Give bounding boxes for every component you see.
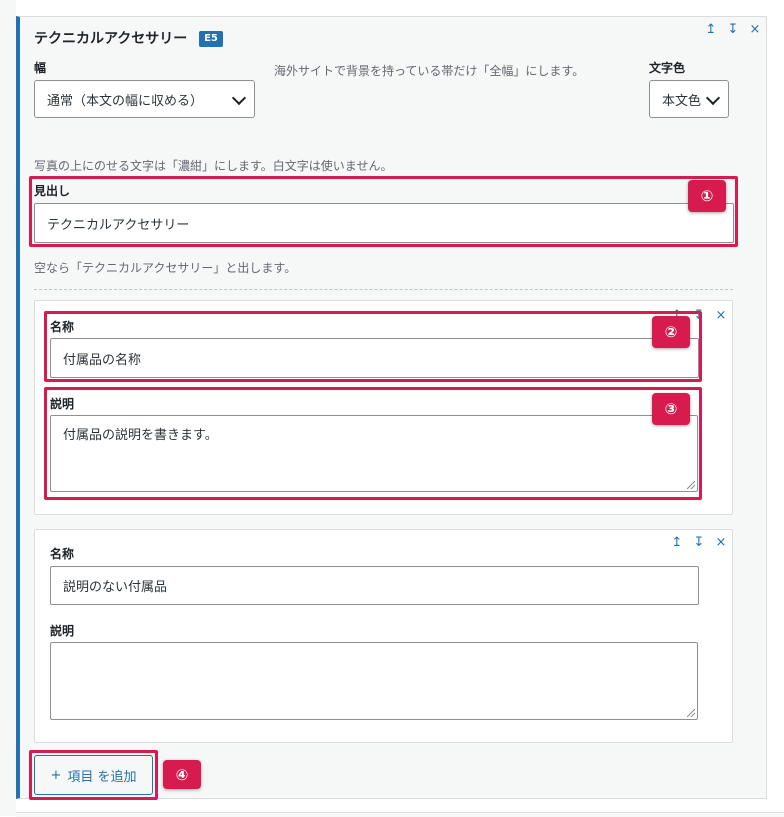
callout-badge-4: ④ xyxy=(163,760,201,789)
chevron-down-icon xyxy=(705,90,721,106)
callout-badge-2: ② xyxy=(652,316,690,348)
move-down-icon[interactable]: ↧ xyxy=(722,22,744,37)
text-color-select-value: 本文色 xyxy=(662,93,702,109)
item-2-name-value: 説明のない付属品 xyxy=(63,580,168,595)
photo-text-help: 写真の上にのせる文字は「濃紺」にします。白文字は使いません。 xyxy=(34,159,393,173)
resize-handle-icon[interactable] xyxy=(687,709,695,717)
move-up-icon[interactable]: ↥ xyxy=(666,535,688,550)
move-up-icon[interactable]: ↥ xyxy=(700,22,722,37)
highlight-box-1 xyxy=(29,176,738,247)
item-2-controls: ↥ ↧ × xyxy=(666,535,732,550)
callout-badge-3: ③ xyxy=(652,393,690,425)
close-icon[interactable]: × xyxy=(710,535,732,550)
block-controls: ↥ ↧ × xyxy=(700,22,766,37)
close-icon[interactable]: × xyxy=(744,22,766,37)
item-2-name-input[interactable]: 説明のない付属品 xyxy=(50,566,699,605)
move-down-icon[interactable]: ↧ xyxy=(688,535,710,550)
highlight-box-2 xyxy=(44,311,702,382)
heading-help: 空なら「テクニカルアクセサリー」と出します。 xyxy=(34,261,297,275)
width-select-value: 通常（本文の幅に収める） xyxy=(47,93,204,109)
item-2-desc-textarea[interactable] xyxy=(50,642,698,720)
item-2-desc-label: 説明 xyxy=(50,624,75,638)
next-block-edge xyxy=(16,812,784,817)
width-select[interactable]: 通常（本文の幅に収める） xyxy=(34,80,255,118)
close-icon[interactable]: × xyxy=(710,308,732,323)
item-2-name-label: 名称 xyxy=(50,547,75,561)
callout-badge-1: ① xyxy=(688,180,726,212)
block-badge: E5 xyxy=(199,31,223,47)
width-label: 幅 xyxy=(34,61,47,75)
text-color-label: 文字色 xyxy=(649,61,686,75)
highlight-box-3 xyxy=(44,387,702,500)
page-gutter xyxy=(0,0,16,816)
chevron-down-icon xyxy=(231,90,247,106)
width-help: 海外サイトで背景を持っている帯だけ「全幅」にします。 xyxy=(274,64,585,78)
block-title: テクニカルアクセサリー xyxy=(34,31,188,47)
section-divider xyxy=(34,289,733,290)
text-color-select[interactable]: 本文色 xyxy=(649,80,729,118)
highlight-box-4 xyxy=(29,750,158,800)
